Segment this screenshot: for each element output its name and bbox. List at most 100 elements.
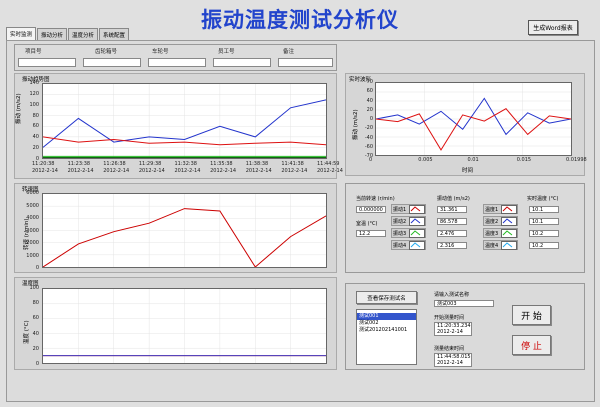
y-tick-label: 0 xyxy=(369,116,373,122)
temp-channel-3[interactable]: 温度3 xyxy=(483,228,518,238)
x-tick-date: 2012-2-14 xyxy=(32,168,58,174)
x-tick-time: 11:20:38 xyxy=(32,161,55,167)
tab-vibration-analysis[interactable]: 振动分析 xyxy=(37,28,68,40)
test-name-label: 请输入测试名称 xyxy=(434,292,470,298)
temp-channel-1[interactable]: 温度1 xyxy=(483,204,518,214)
y-tick-label: 70 xyxy=(366,79,373,85)
y-tick-label: 100 xyxy=(29,101,39,108)
x-tick-label: 0.005 xyxy=(418,157,433,163)
end-time-value: 11:44:58.015 2012-2-14 xyxy=(434,353,472,367)
y-tick-label: 20 xyxy=(366,106,373,113)
x-tick-label: 0.01 xyxy=(467,157,479,163)
y-tick-label: 40 xyxy=(32,330,39,337)
test-list-item-selected[interactable]: 测试001 xyxy=(357,313,416,320)
vib-channel-4[interactable]: 振动4 xyxy=(391,240,426,250)
x-tick-time: 11:44:59 xyxy=(317,161,340,167)
speed-chart-plot xyxy=(42,193,327,268)
temp-value-1: 10.1 xyxy=(529,206,559,213)
temp-value-2: 10.1 xyxy=(529,218,559,225)
vib-value-3: 2.476 xyxy=(437,230,467,237)
wheel-no-label: 车轮号 xyxy=(152,49,169,55)
y-tick-label: 80 xyxy=(32,300,39,307)
end-time-label: 测量结束时间 xyxy=(434,346,465,352)
x-tick-date: 2012-2-14 xyxy=(67,168,94,174)
vib-value-1: 31.361 xyxy=(437,206,467,213)
tab-temperature-analysis[interactable]: 温度分析 xyxy=(68,28,99,40)
y-tick-label: 0 xyxy=(35,361,39,367)
vib-1-swatch xyxy=(409,205,425,214)
x-tick-date: 2012-2-14 xyxy=(210,168,237,174)
speed-label: 当前转速 (r/min) xyxy=(356,196,395,202)
temp-4-swatch xyxy=(501,241,517,250)
waveform-xlabel: 时间 xyxy=(462,168,474,174)
x-tick-time: 11:32:38 xyxy=(174,161,197,167)
start-time-date: 2012-2-14 xyxy=(437,329,463,335)
remarks-input[interactable] xyxy=(278,58,333,67)
temp-channel-2-label: 温度2 xyxy=(485,218,499,225)
x-tick-date: 2012-2-14 xyxy=(138,168,165,174)
temp-chart-plot xyxy=(42,288,327,364)
vib-channel-2[interactable]: 振动2 xyxy=(391,216,426,226)
y-tick-label: 3000 xyxy=(26,227,39,234)
temp-values-header: 实时温度 (°C) xyxy=(527,196,559,202)
x-tick-time: 11:29:38 xyxy=(138,161,162,167)
y-tick-label: 2000 xyxy=(26,240,39,246)
x-tick-time: 11:38:38 xyxy=(245,161,269,167)
y-tick-label: 6000 xyxy=(26,190,39,196)
y-tick-label: 60 xyxy=(366,88,373,95)
employee-no-input[interactable] xyxy=(213,58,271,67)
y-tick-label: 60 xyxy=(32,315,39,322)
project-no-label: 项目号 xyxy=(25,49,42,55)
vib-channel-3-label: 振动3 xyxy=(393,230,407,237)
y-tick-label: -40 xyxy=(364,134,373,141)
vib-value-4: 2.316 xyxy=(437,242,467,249)
view-saved-tests-button[interactable]: 查看保存测试名 xyxy=(356,291,417,304)
test-list-item[interactable]: 测试002 xyxy=(357,320,416,327)
project-no-input[interactable] xyxy=(18,58,76,67)
waveform-plot xyxy=(375,82,572,156)
test-list-item[interactable]: 测试201202141001 xyxy=(357,327,416,334)
vib-channel-3[interactable]: 振动3 xyxy=(391,228,426,238)
temp-channel-3-label: 温度3 xyxy=(485,230,499,237)
temp-channel-2[interactable]: 温度2 xyxy=(483,216,518,226)
y-tick-label: 140 xyxy=(29,80,39,86)
speed-y-ticks: 6000 5000 4000 3000 2000 1000 0 xyxy=(16,190,40,271)
x-tick-time: 11:23:38 xyxy=(67,161,91,167)
stop-button[interactable]: 停 止 xyxy=(512,335,551,355)
x-tick-label: 0.01998 xyxy=(566,157,587,163)
start-button[interactable]: 开 始 xyxy=(512,305,551,325)
wheel-no-input[interactable] xyxy=(148,58,206,67)
x-tick-date: 2012-2-14 xyxy=(245,168,272,174)
x-tick-date: 2012-2-14 xyxy=(281,168,308,174)
y-tick-label: 0 xyxy=(35,265,39,271)
test-name-input[interactable]: 测试003 xyxy=(434,300,494,307)
temp-value-4: 10.2 xyxy=(529,242,559,249)
vibration-x-ticks: 11:20:38 2012-2-14 11:23:38 2012-2-14 11:26:… xyxy=(32,160,343,178)
vibration-y-ticks: 140 120 100 80 60 40 20 0 xyxy=(20,80,40,162)
y-tick-label: 80 xyxy=(32,112,39,119)
temp-channel-1-label: 温度1 xyxy=(485,206,499,213)
gearbox-no-input[interactable] xyxy=(83,58,141,67)
temp-channel-4[interactable]: 温度4 xyxy=(483,240,518,250)
test-list[interactable]: 测试001 测试002 测试201202141001 xyxy=(356,309,417,365)
y-tick-label: 4000 xyxy=(26,215,39,221)
y-tick-label: 120 xyxy=(29,90,39,97)
waveform-x-ticks: 0 0.005 0.01 0.015 0.01998 xyxy=(369,157,587,165)
gearbox-no-label: 齿轮箱号 xyxy=(95,49,118,55)
tab-realtime[interactable]: 实时监测 xyxy=(6,27,37,40)
y-tick-label: 5000 xyxy=(26,202,39,209)
temp-1-swatch xyxy=(501,205,517,214)
y-tick-label: 20 xyxy=(32,145,39,152)
vib-channel-1[interactable]: 振动1 xyxy=(391,204,426,214)
end-time-date: 2012-2-14 xyxy=(437,360,463,366)
temp-y-ticks: 100 80 60 40 20 0 xyxy=(20,285,40,367)
start-time-value: 11:20:33.234 2012-2-14 xyxy=(434,322,472,336)
y-tick-label: -20 xyxy=(364,125,373,132)
employee-no-label: 员工号 xyxy=(218,49,235,55)
tab-system-config[interactable]: 系统配置 xyxy=(99,28,130,40)
generate-word-report-button[interactable]: 生成Word报表 xyxy=(528,20,578,35)
vib-channel-2-label: 振动2 xyxy=(393,218,407,225)
vib-channel-4-label: 振动4 xyxy=(393,242,407,249)
remarks-label: 备注 xyxy=(283,49,295,55)
y-tick-label: -60 xyxy=(364,143,373,150)
